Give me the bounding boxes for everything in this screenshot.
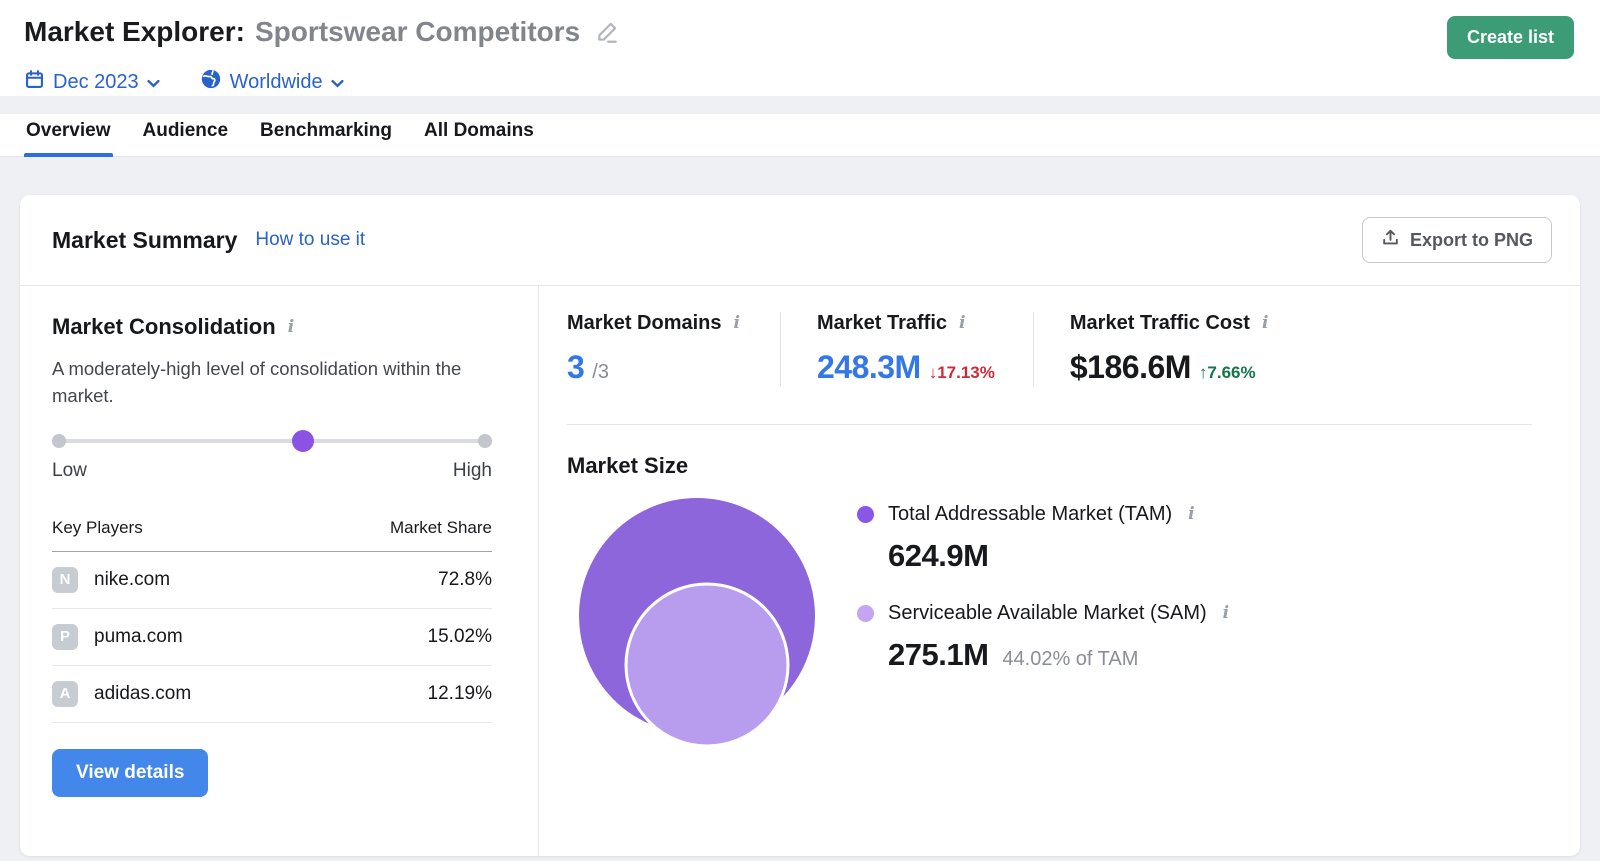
market-stats-section: Market Domains i 3 /3 Market Traffic i 2… [539,286,1580,856]
region-selector[interactable]: Worldwide [200,68,344,96]
legend-item-tam: Total Addressable Market (TAM) i 624.9M [857,503,1231,574]
domain-favicon-badge: A [52,680,78,707]
sam-value: 275.1M [888,637,989,672]
tab-audience[interactable]: Audience [141,114,231,156]
domain-link[interactable]: nike.com [94,569,170,591]
stat-label: Market Traffic Cost [1069,312,1250,334]
domain-favicon-badge: N [52,566,78,593]
topbar-left: Market Explorer: Sportswear Competitors … [24,16,620,96]
domain-favicon-badge: P [52,623,78,650]
stat-change-negative: ↓17.13% [928,363,995,382]
tab-bar: Overview Audience Benchmarking All Domai… [0,114,1600,157]
filters-row: Dec 2023 Worldwide [24,68,620,96]
info-icon[interactable]: i [732,315,742,332]
legend-item-sam: Serviceable Available Market (SAM) i 275… [857,602,1231,673]
market-share-value[interactable]: 15.02% [305,608,492,666]
create-list-button[interactable]: Create list [1446,16,1574,59]
topbar: Market Explorer: Sportswear Competitors … [0,0,1600,96]
export-to-png-button[interactable]: Export to PNG [1361,217,1552,263]
table-row: P puma.com 15.02% [52,608,492,666]
consolidation-slider-thumb[interactable] [291,429,314,452]
stat-label: Market Traffic [816,312,948,334]
consolidation-title: Market Consolidation [52,314,276,339]
slider-high-endpoint [478,433,492,448]
sam-note: 44.02% of TAM [1002,648,1139,670]
tam-dot-icon [857,506,874,523]
stat-change-positive: ↑7.66% [1198,363,1256,382]
date-selector[interactable]: Dec 2023 [24,69,160,96]
slider-low-endpoint [52,433,66,448]
col-header-key-players: Key Players [52,517,306,552]
tam-value: 624.9M [888,538,989,573]
market-size-title: Market Size [567,453,689,478]
market-share-value[interactable]: 12.19% [305,665,492,723]
region-label: Worldwide [229,70,323,93]
tam-label: Total Addressable Market (TAM) [888,503,1173,525]
stat-suffix: /3 [592,361,609,383]
info-icon[interactable]: i [1260,315,1270,332]
slider-low-label: Low [52,459,87,481]
col-header-market-share: Market Share [305,517,492,552]
info-icon[interactable]: i [286,318,296,336]
calendar-icon [24,69,45,96]
tab-all-domains[interactable]: All Domains [422,114,536,156]
page-content: Market Summary How to use it Export to P… [0,157,1600,856]
export-to-png-label: Export to PNG [1409,229,1533,250]
market-consolidation-section: Market Consolidation i A moderately-high… [20,286,539,856]
stat-market-traffic: Market Traffic i 248.3M ↓17.13% [779,312,1033,386]
view-details-button[interactable]: View details [52,748,209,797]
info-icon[interactable]: i [1186,506,1196,523]
info-icon[interactable]: i [1221,605,1231,622]
stat-label: Market Domains [567,312,722,334]
edit-icon[interactable] [594,19,620,45]
chevron-down-icon [331,71,344,94]
card-title: Market Summary [52,226,238,253]
tab-benchmarking[interactable]: Benchmarking [258,114,394,156]
slider-track [52,438,492,443]
market-share-value[interactable]: 72.8% [305,551,492,609]
globe-icon [200,68,222,96]
sam-circle [624,582,790,748]
tab-overview[interactable]: Overview [24,114,113,157]
card-header: Market Summary How to use it Export to P… [20,195,1580,286]
chevron-down-icon [147,71,160,94]
page-title-prefix: Market Explorer: [24,16,245,47]
stat-value: 248.3M [816,349,921,385]
tam-sam-venn-chart [567,491,827,762]
stat-value: $186.6M [1069,349,1192,385]
page-title: Market Explorer: Sportswear Competitors [24,16,620,48]
sam-dot-icon [857,605,874,622]
card-body: Market Consolidation i A moderately-high… [20,286,1580,856]
upload-icon [1381,228,1400,252]
how-to-use-link[interactable]: How to use it [255,229,365,251]
key-players-table: Key Players Market Share N nike.com 72.8… [52,517,492,723]
market-size-legend: Total Addressable Market (TAM) i 624.9M … [857,503,1231,673]
consolidation-slider [52,429,492,452]
stat-market-traffic-cost: Market Traffic Cost i $186.6M ↑7.66% [1032,312,1309,386]
market-summary-card: Market Summary How to use it Export to P… [20,195,1580,856]
consolidation-description: A moderately-high level of consolidation… [52,358,462,406]
date-label: Dec 2023 [53,70,139,93]
stat-market-domains: Market Domains i 3 /3 [567,312,780,386]
stats-row: Market Domains i 3 /3 Market Traffic i 2… [567,312,1532,386]
market-size-body: Total Addressable Market (TAM) i 624.9M … [567,491,1532,762]
stat-value: 3 [567,349,585,385]
domain-link[interactable]: puma.com [94,626,183,648]
divider [567,424,1532,425]
slider-high-label: High [452,459,492,481]
table-row: N nike.com 72.8% [52,551,492,609]
table-row: A adidas.com 12.19% [52,665,492,723]
domain-link[interactable]: adidas.com [94,683,191,705]
sam-label: Serviceable Available Market (SAM) [888,602,1207,624]
info-icon[interactable]: i [957,315,967,332]
page-title-name: Sportswear Competitors [254,16,581,47]
